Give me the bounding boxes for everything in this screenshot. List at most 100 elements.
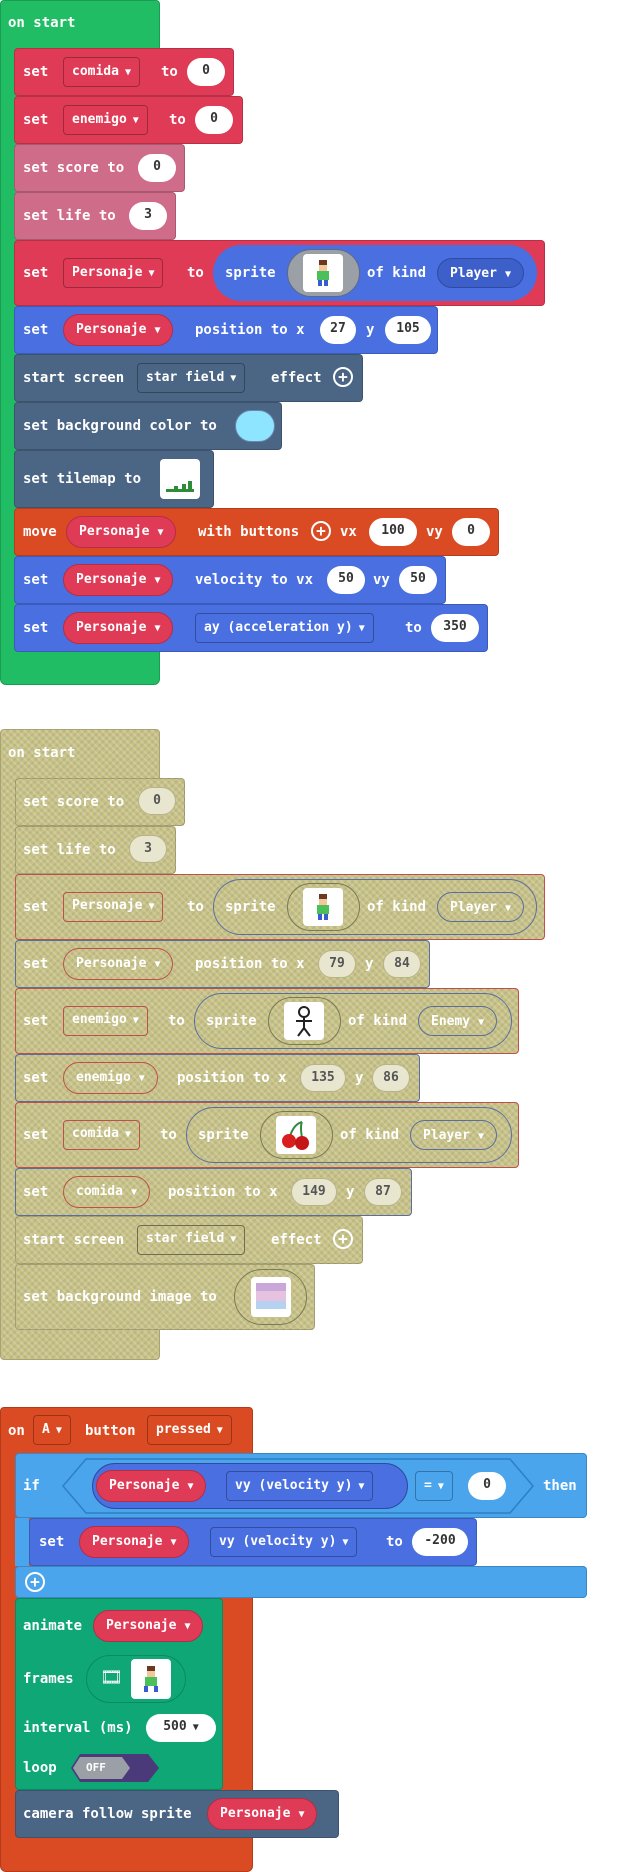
sprite-label: sprite (206, 1013, 257, 1029)
effect-dropdown[interactable]: star field ▼ (137, 1225, 246, 1255)
add-parameter-icon[interactable]: + (333, 1229, 353, 1249)
caret-icon: ▼ (124, 67, 131, 78)
var-comida-dropdown[interactable]: comida ▼ (63, 57, 140, 87)
with-buttons-label: with buttons (198, 524, 300, 540)
kind-player-dropdown[interactable]: Player ▼ (410, 1120, 497, 1150)
set-label: set (23, 1070, 49, 1086)
velocity-y-value[interactable]: -200 (412, 1528, 468, 1556)
set-label: set (23, 956, 49, 972)
to-label: to (161, 64, 178, 80)
caret-icon: ▼ (154, 623, 161, 634)
velocity-vy-value[interactable]: 50 (399, 566, 437, 594)
pill-label: Personaje (79, 524, 150, 539)
kind-player-dropdown[interactable]: Player ▼ (437, 258, 524, 288)
position-x-value[interactable]: 149 (291, 1178, 337, 1206)
var-personaje-dropdown[interactable]: Personaje ▼ (63, 258, 164, 288)
property-dropdown[interactable]: ay (acceleration y) ▼ (195, 613, 374, 643)
position-y-value[interactable]: 84 (383, 950, 421, 978)
animate-label: animate (23, 1618, 83, 1634)
player-sprite-icon (144, 1666, 158, 1692)
caret-icon: ▼ (358, 623, 365, 634)
personaje-variable-pill[interactable]: Personaje ▼ (66, 516, 177, 548)
enemigo-value[interactable]: 0 (195, 106, 233, 134)
button-dropdown[interactable]: A ▼ (33, 1415, 71, 1445)
velocity-to-vx-label: velocity to vx (195, 572, 314, 588)
caret-icon: ▼ (124, 1129, 131, 1140)
comida-variable-pill[interactable]: comida ▼ (63, 1176, 150, 1208)
event-dropdown[interactable]: pressed ▼ (147, 1415, 232, 1445)
cherry-sprite-icon (282, 1121, 309, 1150)
effect-label: effect (271, 1232, 322, 1248)
var-enemigo-dropdown[interactable]: enemigo ▼ (63, 105, 148, 135)
personaje-variable-pill[interactable]: Personaje ▼ (63, 948, 174, 980)
property-dropdown[interactable]: vy (velocity y) ▼ (226, 1471, 374, 1501)
position-x-value[interactable]: 135 (300, 1064, 346, 1092)
move-vx-value[interactable]: 100 (369, 518, 417, 546)
position-x-value[interactable]: 27 (320, 316, 356, 344)
var-comida-dropdown[interactable]: comida ▼ (63, 1120, 140, 1150)
personaje-variable-pill[interactable]: Personaje ▼ (93, 1610, 204, 1642)
kind-player-dropdown[interactable]: Player ▼ (437, 892, 524, 922)
background-image-icon (256, 1283, 286, 1309)
kind-enemy-dropdown[interactable]: Enemy ▼ (418, 1006, 498, 1036)
set-label: set (23, 322, 49, 338)
set-score-label: set score to (23, 794, 125, 810)
player-sprite-icon (317, 260, 329, 286)
score-value[interactable]: 0 (138, 787, 176, 815)
dropdown-label: Personaje (72, 265, 143, 280)
comida-value[interactable]: 0 (187, 58, 225, 86)
personaje-sprite-thumbnail (303, 254, 343, 292)
position-x-value[interactable]: 79 (318, 950, 356, 978)
caret-icon: ▼ (154, 575, 161, 586)
background-image-label: set background image to (23, 1289, 217, 1305)
vy-label: vy (373, 572, 390, 588)
position-y-value[interactable]: 105 (385, 316, 431, 344)
if-block-footer[interactable] (15, 1566, 587, 1598)
set-label: set (23, 572, 49, 588)
loop-toggle[interactable] (70, 1753, 160, 1783)
personaje-variable-pill[interactable]: Personaje ▼ (63, 564, 174, 596)
var-personaje-dropdown[interactable]: Personaje ▼ (63, 892, 164, 922)
tilemap-thumbnail[interactable] (160, 459, 200, 499)
effect-label: effect (271, 370, 322, 386)
life-value[interactable]: 3 (129, 202, 167, 230)
operator-dropdown[interactable]: = ▼ (415, 1471, 453, 1501)
caret-icon: ▼ (358, 1481, 365, 1492)
position-y-value[interactable]: 86 (372, 1064, 410, 1092)
color-swatch[interactable] (235, 410, 275, 442)
personaje-variable-pill[interactable]: Personaje ▼ (79, 1526, 190, 1558)
of-kind-label: of kind (367, 265, 427, 281)
compare-value[interactable]: 0 (468, 1472, 506, 1500)
pill-label: Personaje (76, 572, 147, 587)
personaje-variable-pill[interactable]: Personaje ▼ (63, 612, 174, 644)
add-parameter-icon[interactable]: + (333, 367, 353, 387)
acceleration-value[interactable]: 350 (431, 614, 479, 642)
enemigo-variable-pill[interactable]: enemigo ▼ (63, 1062, 158, 1094)
personaje-variable-pill[interactable]: Personaje ▼ (96, 1470, 207, 1502)
move-vy-value[interactable]: 0 (452, 518, 490, 546)
caret-icon: ▼ (216, 1425, 223, 1436)
effect-dropdown[interactable]: star field ▼ (137, 363, 246, 393)
var-enemigo-dropdown[interactable]: enemigo ▼ (63, 1006, 148, 1036)
of-kind-label: of kind (367, 899, 427, 915)
set-label: set (23, 1127, 49, 1143)
on-start-label: on start (8, 745, 76, 761)
personaje-variable-pill[interactable]: Personaje ▼ (63, 314, 174, 346)
caret-icon: ▼ (157, 527, 164, 538)
if-body-left-edge (15, 1518, 29, 1566)
personaje-variable-pill[interactable]: Personaje ▼ (207, 1798, 318, 1830)
velocity-vx-value[interactable]: 50 (327, 566, 365, 594)
add-parameter-icon[interactable]: + (311, 521, 331, 541)
score-value[interactable]: 0 (138, 154, 176, 182)
tilemap-icon (166, 481, 194, 492)
vy-label: vy (426, 524, 443, 540)
dropdown-label: comida (72, 1126, 119, 1141)
caret-icon: ▼ (477, 1131, 484, 1142)
add-else-icon[interactable]: + (25, 1572, 45, 1592)
position-y-value[interactable]: 87 (364, 1178, 402, 1206)
caret-icon: ▼ (192, 1722, 199, 1733)
property-dropdown[interactable]: vy (velocity y) ▼ (210, 1527, 358, 1557)
life-value[interactable]: 3 (129, 835, 167, 863)
interval-dropdown[interactable]: 500 ▼ (146, 1714, 216, 1742)
caret-icon: ▼ (437, 1481, 444, 1492)
